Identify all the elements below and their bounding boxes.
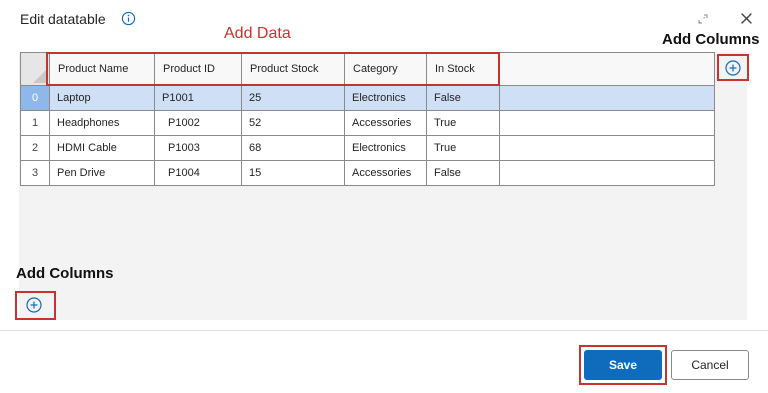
- table-cell[interactable]: Electronics: [344, 85, 427, 111]
- table-cell[interactable]: HDMI Cable: [49, 135, 155, 161]
- table-cell[interactable]: 25: [241, 85, 345, 111]
- table-cell[interactable]: Pen Drive: [49, 160, 155, 186]
- plus-circle-icon[interactable]: [724, 59, 742, 77]
- empty-column-header: [499, 52, 715, 86]
- datatable: Product Name Product ID Product Stock Ca…: [20, 52, 715, 186]
- table-cell[interactable]: P1002: [154, 110, 242, 136]
- table-cell[interactable]: Electronics: [344, 135, 427, 161]
- table-row[interactable]: 1 Headphones P1002 52 Accessories True: [20, 110, 715, 136]
- footer-divider: [0, 330, 768, 331]
- table-cell[interactable]: True: [426, 135, 500, 161]
- column-header[interactable]: Category: [344, 52, 427, 86]
- table-cell[interactable]: Laptop: [49, 85, 155, 111]
- dialog-title: Edit datatable: [20, 11, 106, 27]
- table-row[interactable]: 0 Laptop P1001 25 Electronics False: [20, 85, 715, 111]
- row-number[interactable]: 1: [20, 110, 50, 136]
- empty-cell[interactable]: [499, 160, 715, 186]
- row-number[interactable]: 2: [20, 135, 50, 161]
- close-icon[interactable]: [740, 12, 753, 25]
- row-number[interactable]: 0: [20, 85, 50, 111]
- table-cell[interactable]: Accessories: [344, 110, 427, 136]
- plus-circle-icon[interactable]: [25, 296, 43, 314]
- column-header[interactable]: Product Name: [49, 52, 155, 86]
- column-header[interactable]: Product Stock: [241, 52, 345, 86]
- add-data-annotation: Add Data: [224, 25, 291, 42]
- table-cell[interactable]: P1004: [154, 160, 242, 186]
- cancel-button[interactable]: Cancel: [671, 350, 749, 380]
- add-columns-annotation-right: Add Columns: [662, 31, 760, 48]
- table-cell[interactable]: P1003: [154, 135, 242, 161]
- table-row[interactable]: 3 Pen Drive P1004 15 Accessories False: [20, 160, 715, 186]
- add-columns-annotation-left: Add Columns: [16, 265, 114, 282]
- table-cell[interactable]: False: [426, 85, 500, 111]
- table-cell[interactable]: 15: [241, 160, 345, 186]
- empty-cell[interactable]: [499, 110, 715, 136]
- table-row[interactable]: 2 HDMI Cable P1003 68 Electronics True: [20, 135, 715, 161]
- header-row: Product Name Product ID Product Stock Ca…: [20, 52, 715, 86]
- table-cell[interactable]: 52: [241, 110, 345, 136]
- table-cell[interactable]: False: [426, 160, 500, 186]
- edit-datatable-dialog: Edit datatable Add Data Add Columns Prod…: [0, 0, 768, 393]
- empty-cell[interactable]: [499, 135, 715, 161]
- column-header[interactable]: Product ID: [154, 52, 242, 86]
- save-button[interactable]: Save: [584, 350, 662, 380]
- empty-cell[interactable]: [499, 85, 715, 111]
- table-cell[interactable]: Accessories: [344, 160, 427, 186]
- table-cell[interactable]: 68: [241, 135, 345, 161]
- table-cell[interactable]: Headphones: [49, 110, 155, 136]
- row-number[interactable]: 3: [20, 160, 50, 186]
- table-cell[interactable]: P1001: [154, 85, 242, 111]
- info-icon[interactable]: [121, 11, 136, 26]
- select-all-corner[interactable]: [20, 52, 50, 86]
- expand-icon[interactable]: [697, 13, 709, 25]
- table-cell[interactable]: True: [426, 110, 500, 136]
- column-header[interactable]: In Stock: [426, 52, 500, 86]
